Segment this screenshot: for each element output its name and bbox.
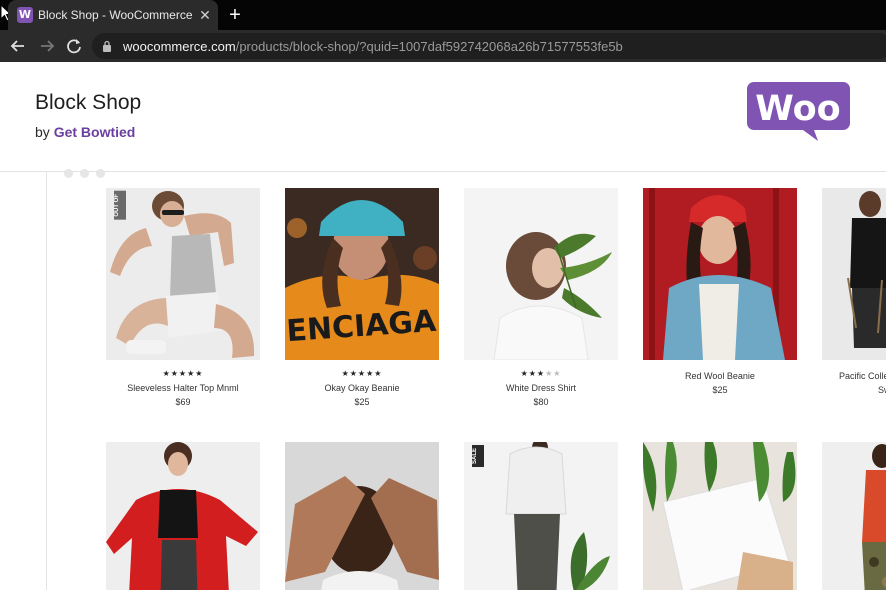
- product-name[interactable]: Sleeveless Halter Top Mnml: [106, 383, 260, 393]
- page-title: Block Shop: [35, 91, 142, 114]
- tab-title: Block Shop - WooCommerce: [38, 8, 193, 22]
- product-header: Block Shop by Get Bowtied Woo: [0, 62, 886, 172]
- carousel-dot[interactable]: [80, 169, 89, 178]
- back-arrow-icon[interactable]: [7, 35, 29, 57]
- star-empty-icon: ★★: [545, 369, 562, 378]
- product-name[interactable]: Red Wool Beanie: [643, 371, 797, 381]
- browser-tab[interactable]: W Block Shop - WooCommerce ✕: [8, 0, 218, 30]
- product-image[interactable]: ENCIAGA: [285, 188, 439, 360]
- star-icon: ★★★★★: [341, 369, 383, 378]
- url-text: woocommerce.com/products/block-shop/?qui…: [123, 39, 623, 54]
- product-image[interactable]: [285, 442, 439, 590]
- woocommerce-favicon-icon: W: [17, 7, 33, 23]
- product-image[interactable]: [822, 188, 886, 360]
- product-name[interactable]: White Dress Shirt: [464, 383, 618, 393]
- product-image[interactable]: [106, 442, 260, 590]
- address-bar[interactable]: woocommerce.com/products/block-shop/?qui…: [92, 33, 886, 59]
- close-tab-icon[interactable]: ✕: [197, 7, 213, 23]
- product-price: $80: [533, 397, 549, 407]
- new-tab-plus-icon[interactable]: +: [224, 4, 246, 26]
- carousel-dot[interactable]: [64, 169, 73, 178]
- product-name[interactable]: Pacific Colles: [839, 371, 886, 381]
- product-page: Block Shop by Get Bowtied Woo OUT OF ★★★…: [0, 62, 886, 590]
- product-image[interactable]: [643, 442, 797, 590]
- star-icon: ★★★: [520, 369, 546, 378]
- star-rating: ★★★★★: [285, 369, 439, 378]
- product-image[interactable]: [464, 188, 618, 360]
- forward-arrow-icon[interactable]: [36, 35, 58, 57]
- product-price: $69: [175, 397, 191, 407]
- product-image[interactable]: [643, 188, 797, 360]
- star-icon: ★★★★★: [162, 369, 204, 378]
- browser-toolbar: woocommerce.com/products/block-shop/?qui…: [0, 30, 886, 62]
- star-rating: ★★★★★: [464, 369, 618, 378]
- logo-text: Woo: [755, 89, 840, 129]
- product-image[interactable]: OUT OF: [106, 188, 260, 360]
- star-rating: ★★★★★: [106, 369, 260, 378]
- woocommerce-logo[interactable]: Woo: [746, 81, 851, 143]
- theme-preview: OUT OF ★★★★★ Sleeveless Halter Top Mnml …: [0, 169, 886, 590]
- reload-icon[interactable]: [63, 35, 85, 57]
- carousel-dot[interactable]: [96, 169, 105, 178]
- out-of-stock-badge: OUT OF: [114, 191, 126, 220]
- byline: by Get Bowtied: [35, 124, 135, 140]
- url-host: woocommerce.com: [123, 39, 236, 54]
- byline-prefix: by: [35, 124, 50, 140]
- url-path: /products/block-shop/?quid=1007daf592742…: [235, 39, 623, 54]
- preview-divider: [46, 172, 47, 590]
- product-price: $25: [712, 385, 728, 395]
- vendor-link[interactable]: Get Bowtied: [54, 124, 136, 140]
- product-price: $25: [354, 397, 370, 407]
- sale-badge: SALE: [472, 445, 484, 468]
- product-name-continued: Sw: [878, 385, 886, 395]
- product-image[interactable]: SALE: [464, 442, 618, 590]
- browser-tab-bar: W Block Shop - WooCommerce ✕ +: [0, 0, 886, 30]
- product-name[interactable]: Okay Okay Beanie: [285, 383, 439, 393]
- lock-icon: [103, 40, 111, 52]
- product-image[interactable]: [822, 442, 886, 590]
